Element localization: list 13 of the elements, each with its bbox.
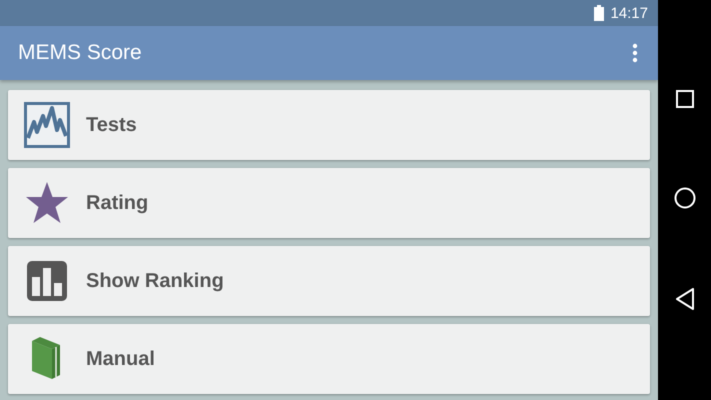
bar-chart-icon xyxy=(27,261,67,301)
app-title: MEMS Score xyxy=(18,41,142,65)
menu-item[interactable]: Show Ranking xyxy=(8,246,650,316)
menu-item[interactable]: Manual xyxy=(8,324,650,394)
more-icon[interactable] xyxy=(632,43,638,63)
star-icon xyxy=(25,182,69,224)
back-icon[interactable] xyxy=(676,288,694,310)
menu-item[interactable]: Tests xyxy=(8,90,650,160)
battery-icon xyxy=(594,5,604,21)
home-icon[interactable] xyxy=(674,186,696,209)
menu-item[interactable]: Rating xyxy=(8,168,650,238)
status-time: 14:17 xyxy=(610,4,648,22)
recents-icon[interactable] xyxy=(676,90,694,108)
